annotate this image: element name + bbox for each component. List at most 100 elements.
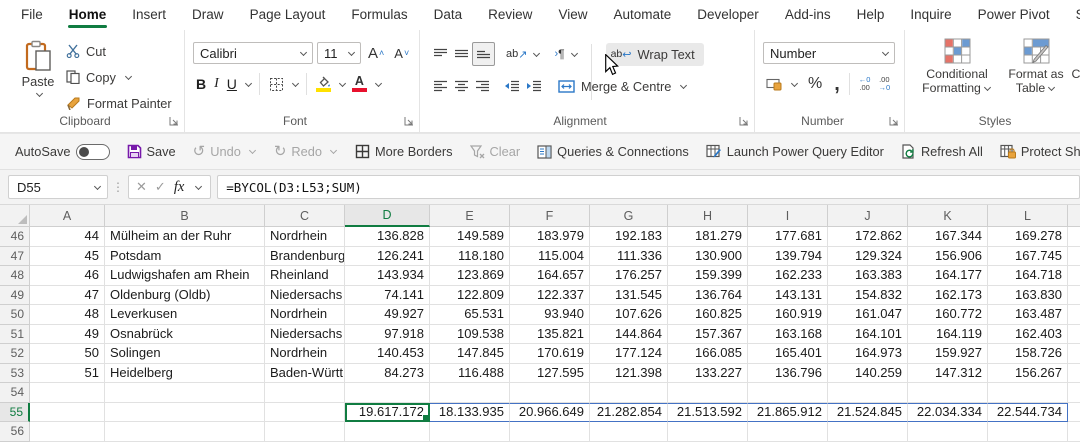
cell-L53[interactable]: 156.267 [988, 364, 1068, 384]
fill-color-button[interactable] [313, 72, 334, 96]
text-direction-button[interactable]: ›¶ [551, 42, 567, 66]
bold-button[interactable]: B [193, 72, 209, 96]
orientation-button[interactable]: ab↗ [503, 42, 530, 66]
middle-align-button[interactable] [451, 42, 472, 66]
cell-K47[interactable]: 156.906 [908, 247, 988, 267]
increase-font-size-button[interactable]: A˄ [365, 41, 387, 65]
cell-K51[interactable]: 164.119 [908, 325, 988, 345]
column-header-J[interactable]: J [828, 205, 908, 227]
cell-E46[interactable]: 149.589 [430, 227, 510, 247]
cell-G54[interactable] [590, 383, 668, 403]
menu-tab-formulas[interactable]: Formulas [338, 0, 420, 30]
cell-D54[interactable] [345, 383, 430, 403]
cell-D46[interactable]: 136.828 [345, 227, 430, 247]
row-header-55[interactable]: 55 [0, 403, 30, 423]
cell-G49[interactable]: 131.545 [590, 286, 668, 306]
cell-M53[interactable] [1068, 364, 1080, 384]
autosave-switch[interactable] [76, 144, 110, 160]
menu-tab-help[interactable]: Help [844, 0, 898, 30]
font-dialog-launcher[interactable] [404, 116, 414, 126]
align-left-button[interactable] [430, 74, 451, 98]
borders-button[interactable] [266, 72, 287, 96]
cell-B52[interactable]: Solingen [105, 344, 265, 364]
accounting-format-button[interactable] [763, 72, 786, 96]
menu-tab-draw[interactable]: Draw [179, 0, 237, 30]
cell-G46[interactable]: 192.183 [590, 227, 668, 247]
cell-D53[interactable]: 84.273 [345, 364, 430, 384]
cell-I55[interactable]: 21.865.912 [748, 403, 828, 423]
increase-decimal-button[interactable]: ←0.00 [856, 76, 874, 92]
cell-A51[interactable]: 49 [30, 325, 105, 345]
row-header-47[interactable]: 47 [0, 247, 30, 267]
align-right-button[interactable] [472, 74, 493, 98]
cell-A55[interactable] [30, 403, 105, 423]
column-header-stub[interactable] [1068, 205, 1080, 227]
menu-tab-automate[interactable]: Automate [600, 0, 684, 30]
cell-I49[interactable]: 143.131 [748, 286, 828, 306]
cell-F55[interactable]: 20.966.649 [510, 403, 590, 423]
row-header-53[interactable]: 53 [0, 364, 30, 384]
column-header-A[interactable]: A [30, 205, 105, 227]
cell-H51[interactable]: 157.367 [668, 325, 748, 345]
cell-F49[interactable]: 122.337 [510, 286, 590, 306]
cell-A50[interactable]: 48 [30, 305, 105, 325]
cell-G48[interactable]: 176.257 [590, 266, 668, 286]
cell-J46[interactable]: 172.862 [828, 227, 908, 247]
cell-J51[interactable]: 164.101 [828, 325, 908, 345]
menu-tab-page-layout[interactable]: Page Layout [237, 0, 339, 30]
cell-A48[interactable]: 46 [30, 266, 105, 286]
cell-L51[interactable]: 162.403 [988, 325, 1068, 345]
enter-icon[interactable]: ✓ [155, 179, 166, 195]
cell-J50[interactable]: 161.047 [828, 305, 908, 325]
undo-button[interactable]: ↺ Undo [193, 144, 257, 159]
menu-tab-script-lab[interactable]: Script Lab [1063, 0, 1080, 30]
wrap-text-button[interactable]: ab↩ Wrap Text [606, 43, 704, 66]
cell-I51[interactable]: 163.168 [748, 325, 828, 345]
cell-E56[interactable] [430, 422, 510, 442]
menu-tab-insert[interactable]: Insert [119, 0, 179, 30]
cell-C50[interactable]: Nordrhein [265, 305, 345, 325]
cell-B53[interactable]: Heidelberg [105, 364, 265, 384]
menu-tab-power-pivot[interactable]: Power Pivot [965, 0, 1063, 30]
cell-I48[interactable]: 162.233 [748, 266, 828, 286]
cell-L50[interactable]: 163.487 [988, 305, 1068, 325]
underline-button[interactable]: U [224, 72, 240, 96]
clear-button[interactable]: Clear [470, 144, 521, 159]
cell-A47[interactable]: 45 [30, 247, 105, 267]
cell-A54[interactable] [30, 383, 105, 403]
merge-centre-button[interactable]: Merge & Centre [558, 79, 688, 94]
cell-B56[interactable] [105, 422, 265, 442]
cell-K53[interactable]: 147.312 [908, 364, 988, 384]
select-all-corner[interactable] [0, 205, 30, 227]
cell-B49[interactable]: Oldenburg (Oldb) [105, 286, 265, 306]
cell-J55[interactable]: 21.524.845 [828, 403, 908, 423]
cell-I54[interactable] [748, 383, 828, 403]
cell-E48[interactable]: 123.869 [430, 266, 510, 286]
formula-input[interactable]: =BYCOL(D3:L53;SUM) [217, 175, 1080, 199]
cell-D49[interactable]: 74.141 [345, 286, 430, 306]
cell-B48[interactable]: Ludwigshafen am Rhein [105, 266, 265, 286]
cell-E47[interactable]: 118.180 [430, 247, 510, 267]
cell-I52[interactable]: 165.401 [748, 344, 828, 364]
cell-D51[interactable]: 97.918 [345, 325, 430, 345]
cell-F52[interactable]: 170.619 [510, 344, 590, 364]
cell-B55[interactable] [105, 403, 265, 423]
cell-A52[interactable]: 50 [30, 344, 105, 364]
cell-M50[interactable] [1068, 305, 1080, 325]
menu-tab-add-ins[interactable]: Add-ins [772, 0, 844, 30]
cell-L55[interactable]: 22.544.734 [988, 403, 1068, 423]
cell-E49[interactable]: 122.809 [430, 286, 510, 306]
cell-J52[interactable]: 164.973 [828, 344, 908, 364]
cell-M52[interactable] [1068, 344, 1080, 364]
row-header-50[interactable]: 50 [0, 305, 30, 325]
cell-M49[interactable] [1068, 286, 1080, 306]
align-center-button[interactable] [451, 74, 472, 98]
cell-H47[interactable]: 130.900 [668, 247, 748, 267]
row-header-48[interactable]: 48 [0, 266, 30, 286]
cell-D47[interactable]: 126.241 [345, 247, 430, 267]
cell-I53[interactable]: 136.796 [748, 364, 828, 384]
cell-K54[interactable] [908, 383, 988, 403]
cell-G52[interactable]: 177.124 [590, 344, 668, 364]
cell-D52[interactable]: 140.453 [345, 344, 430, 364]
row-header-52[interactable]: 52 [0, 344, 30, 364]
